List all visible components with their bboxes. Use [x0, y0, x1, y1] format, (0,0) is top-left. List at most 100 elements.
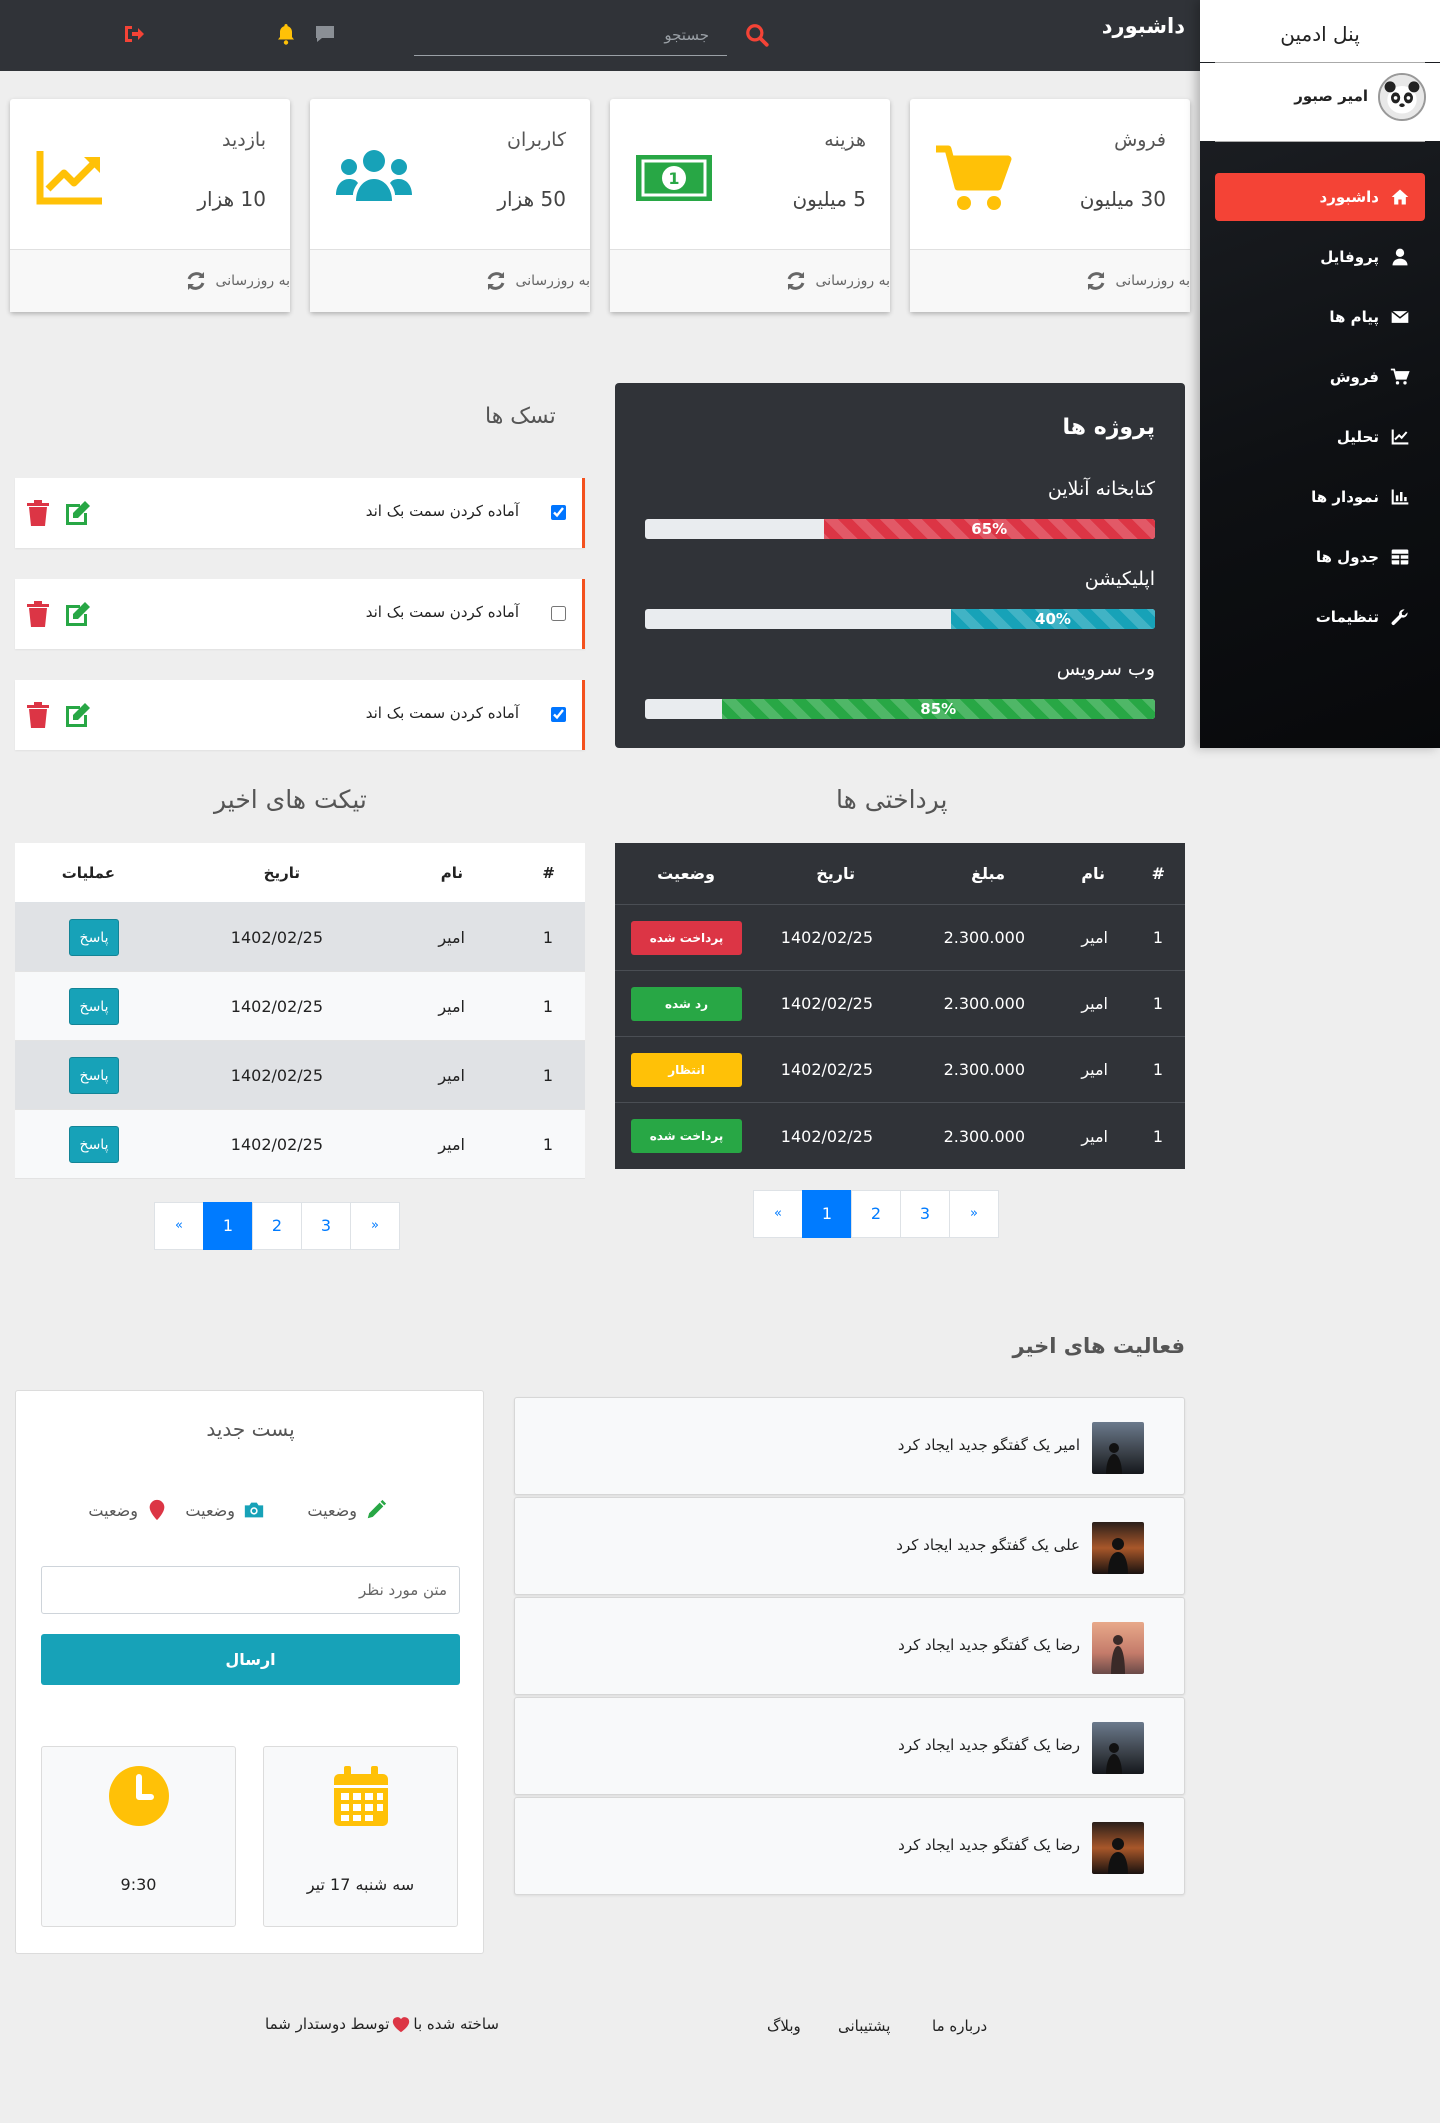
edit-icon[interactable] — [63, 499, 93, 527]
sidebar-item-messages[interactable]: پیام ها — [1215, 293, 1425, 341]
status-option[interactable]: وضعیت — [185, 1499, 265, 1521]
status-badge: پرداخت شده — [631, 1119, 742, 1153]
reply-button[interactable]: پاسخ — [69, 1125, 119, 1163]
sidebar-item-dashboard[interactable]: داشبورد — [1215, 173, 1425, 221]
page-1[interactable]: 1 — [203, 1202, 253, 1250]
activity-item[interactable]: رضا یک گفتگو جدید ایجاد کرد — [514, 1597, 1185, 1695]
money-icon: 1 — [636, 155, 712, 201]
panda-avatar-icon — [1380, 75, 1424, 119]
row-date: 1402/02/25 — [780, 1060, 873, 1079]
column-header: عملیات — [61, 863, 115, 882]
stat-refresh[interactable]: به روزرسانی — [610, 249, 890, 312]
status-option[interactable]: وضعیت — [307, 1499, 387, 1521]
sidebar-item-analysis[interactable]: تحلیل — [1215, 413, 1425, 461]
tickets-title: تیکت های اخیر — [214, 785, 367, 814]
row-amount: 2.300.000 — [943, 1126, 1025, 1146]
stat-card-expense: هزینه 5 میلیون 1 به روزرسانی — [610, 99, 890, 312]
sidebar-item-charts[interactable]: نمودار ها — [1215, 473, 1425, 521]
activity-item[interactable]: امیر یک گفتگو جدید ایجاد کرد — [514, 1397, 1185, 1495]
task-text: آماده کردن سمت بک اند — [365, 704, 519, 722]
send-button[interactable]: ارسال — [41, 1634, 460, 1685]
refresh-label: به روزرسانی — [215, 273, 290, 289]
page-3[interactable]: 3 — [900, 1190, 950, 1238]
reply-button[interactable]: پاسخ — [69, 987, 119, 1025]
activity-thumbnail — [1092, 1722, 1144, 1774]
table-header-row: # نام مبلغ تاریخ وضعیت — [615, 843, 1185, 905]
column-header: نام — [1081, 864, 1105, 883]
footer-link-about[interactable]: درباره ما — [932, 2017, 987, 2035]
reply-button[interactable]: پاسخ — [69, 1056, 119, 1094]
row-name: امیر — [1081, 1126, 1108, 1146]
status-badge: پرداخت شده — [631, 920, 742, 955]
logout-icon[interactable] — [122, 22, 146, 46]
sidebar: پنل ادمین امیر صبور داشبورد پروفایل پیام… — [1200, 0, 1440, 748]
status-badge: رد شده — [631, 986, 742, 1021]
task-checkbox[interactable] — [551, 606, 566, 621]
search-icon[interactable] — [744, 22, 770, 48]
project-name: اپلیکیشن — [1084, 568, 1155, 590]
sidebar-item-sales[interactable]: فروش — [1215, 353, 1425, 401]
task-checkbox[interactable] — [551, 707, 566, 722]
page-next[interactable]: » — [350, 1202, 400, 1250]
payments-title: پرداختی ها — [836, 785, 948, 814]
row-name: امیر — [1081, 994, 1108, 1013]
sidebar-item-label: پروفایل — [1320, 248, 1379, 266]
trash-icon[interactable] — [25, 701, 51, 729]
stat-refresh[interactable]: به روزرسانی — [910, 249, 1190, 312]
row-number: 1 — [542, 1134, 553, 1154]
trash-icon[interactable] — [25, 499, 51, 527]
activity-item[interactable]: رضا یک گفتگو جدید ایجاد کرد — [514, 1697, 1185, 1795]
page-3[interactable]: 3 — [301, 1202, 351, 1250]
row-number: 1 — [1152, 1060, 1163, 1079]
row-name: امیر — [438, 996, 465, 1016]
sidebar-item-settings[interactable]: تنظیمات — [1215, 593, 1425, 641]
page-prev[interactable]: « — [753, 1190, 803, 1238]
reply-button[interactable]: پاسخ — [69, 918, 119, 956]
task-checkbox[interactable] — [551, 505, 566, 520]
row-name: امیر — [438, 1134, 465, 1154]
edit-icon[interactable] — [63, 600, 93, 628]
camera-icon — [244, 1502, 264, 1518]
activity-item[interactable]: علی یک گفتگو جدید ایجاد کرد — [514, 1497, 1185, 1595]
row-name: امیر — [438, 1065, 465, 1085]
task-item: آماده کردن سمت بک اند — [15, 478, 585, 548]
status-option[interactable]: وضعیت — [88, 1499, 168, 1521]
activity-item[interactable]: رضا یک گفتگو جدید ایجاد کرد — [514, 1797, 1185, 1895]
column-header: # — [542, 863, 555, 882]
stat-refresh[interactable]: به روزرسانی — [310, 249, 590, 312]
page-next[interactable]: » — [949, 1190, 999, 1238]
task-text: آماده کردن سمت بک اند — [365, 603, 519, 621]
search-input[interactable] — [414, 14, 727, 56]
activity-text: رضا یک گفتگو جدید ایجاد کرد — [898, 1636, 1080, 1654]
footer-link-support[interactable]: پشتیبانی — [838, 2017, 890, 2035]
bell-icon[interactable] — [274, 22, 298, 46]
trash-icon[interactable] — [25, 600, 51, 628]
chat-icon[interactable] — [313, 22, 337, 46]
footer-link-blog[interactable]: وبلاگ — [767, 2017, 801, 2035]
refresh-icon — [787, 272, 804, 290]
activity-thumbnail — [1092, 1822, 1144, 1874]
page-prev[interactable]: « — [154, 1202, 204, 1250]
envelope-icon — [1389, 307, 1411, 327]
comment-input[interactable] — [41, 1566, 460, 1614]
progress-fill: 65% — [823, 519, 1155, 539]
sidebar-item-tables[interactable]: جدول ها — [1215, 533, 1425, 581]
sidebar-item-label: تحلیل — [1336, 428, 1379, 446]
progress-fill: 85% — [721, 699, 1155, 719]
footer-credit: ساخته شده با توسط دوستدار شما — [265, 2015, 499, 2033]
row-date: 1402/02/25 — [780, 994, 873, 1013]
cart-icon — [1389, 367, 1411, 387]
sidebar-user[interactable]: امیر صبور — [1200, 63, 1440, 141]
activity-text: امیر یک گفتگو جدید ایجاد کرد — [897, 1436, 1080, 1454]
page-2[interactable]: 2 — [851, 1190, 901, 1238]
page-2[interactable]: 2 — [252, 1202, 302, 1250]
sidebar-item-profile[interactable]: پروفایل — [1215, 233, 1425, 281]
stat-refresh[interactable]: به روزرسانی — [10, 249, 290, 312]
status-badge: انتظار — [631, 1052, 742, 1087]
column-header: مبلغ — [971, 864, 1005, 883]
activity-thumbnail — [1092, 1422, 1144, 1474]
edit-icon[interactable] — [63, 701, 93, 729]
page-1[interactable]: 1 — [802, 1190, 852, 1238]
table-row: 1 امیر 1402/02/25 پاسخ — [15, 1110, 585, 1179]
stat-card-sales: فروش 30 میلیون به روزرسانی — [910, 99, 1190, 312]
